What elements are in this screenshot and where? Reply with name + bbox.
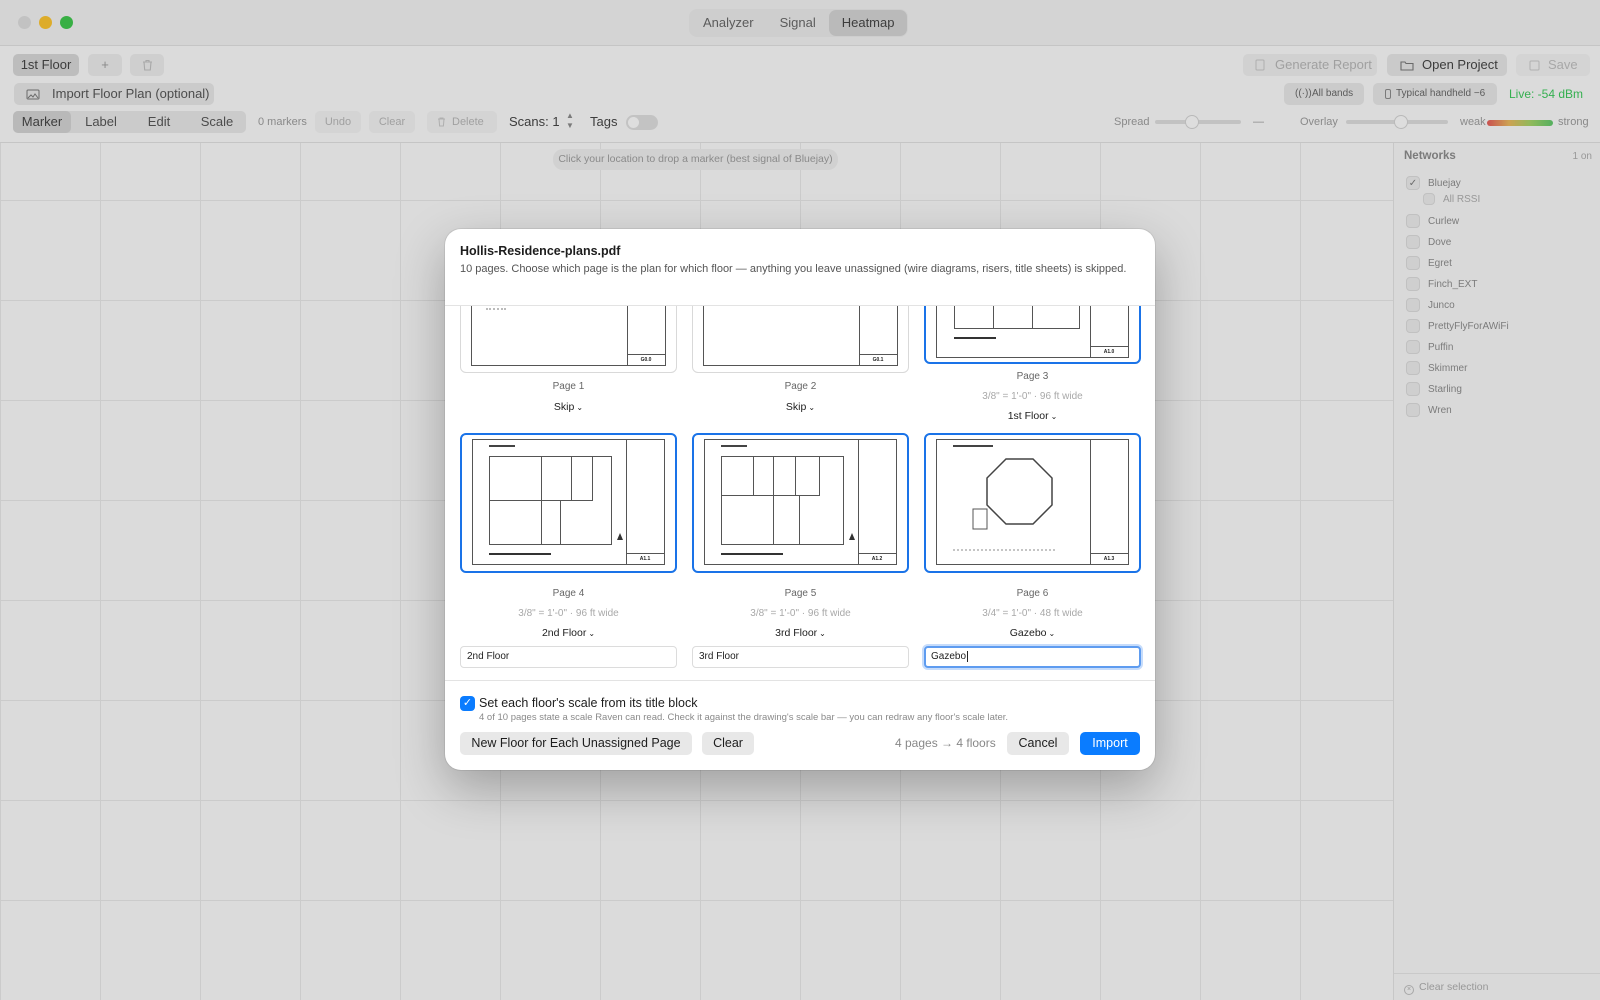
floor-name-field-4[interactable]: 2nd Floor xyxy=(460,646,677,668)
page-thumbnail-5[interactable]: A1.2 xyxy=(692,433,909,573)
room xyxy=(954,306,994,329)
page-thumbnail-1[interactable]: G0.0 xyxy=(460,306,677,373)
sheet-number: G0.1 xyxy=(859,354,897,365)
page-thumbnail-2[interactable]: G0.1 xyxy=(692,306,909,373)
assignment-value: 3rd Floor xyxy=(775,627,818,639)
scale-checkbox-label: Set each floor's scale from its title bl… xyxy=(479,696,698,710)
room xyxy=(773,456,796,496)
page-label-5: Page 5 xyxy=(784,588,817,599)
page-label-1: Page 1 xyxy=(552,381,585,392)
page-drawing: G0.1 xyxy=(703,306,898,366)
page-thumbnail-6[interactable]: A1.3 xyxy=(924,433,1141,573)
room xyxy=(753,456,774,496)
scale-bar xyxy=(954,337,996,339)
page-label-2: Page 2 xyxy=(784,381,817,392)
title-block xyxy=(626,440,664,564)
room xyxy=(721,456,754,496)
chevron-down-icon: ⌄ xyxy=(1048,629,1056,638)
dialog-bottom-divider xyxy=(445,680,1155,681)
page-thumbnail-3[interactable]: A1.0 xyxy=(924,306,1141,364)
assignment-value: Skip xyxy=(785,401,807,413)
dialog-title: Hollis-Residence-plans.pdf xyxy=(460,244,621,258)
new-floor-each-unassigned-button[interactable]: New Floor for Each Unassigned Page xyxy=(460,732,692,755)
room xyxy=(773,495,800,545)
sheet-number: A1.0 xyxy=(1090,346,1128,357)
room xyxy=(993,306,1033,329)
page-assignment-popup-5[interactable]: 3rd Floor ⌄ xyxy=(692,627,909,639)
room xyxy=(489,500,542,545)
scale-bar xyxy=(489,553,551,555)
sheet-number: A1.1 xyxy=(626,553,664,564)
assignment-value: Skip xyxy=(553,401,575,413)
scale-bar xyxy=(721,553,783,555)
dialog-subtitle: 10 pages. Choose which page is the plan … xyxy=(460,263,1127,275)
floor-name-value: Gazebo xyxy=(931,651,967,662)
page-drawing: A1.1 xyxy=(472,439,665,565)
title-block xyxy=(858,440,896,564)
clear-assignments-button[interactable]: Clear xyxy=(702,732,754,755)
room xyxy=(571,456,593,501)
page-drawing: A1.2 xyxy=(704,439,897,565)
page-assignment-popup-2[interactable]: Skip ⌄ xyxy=(692,401,909,413)
chevron-down-icon: ⌄ xyxy=(819,629,826,638)
scale-checkbox[interactable]: ✓ xyxy=(460,696,475,711)
drawing-title xyxy=(721,445,747,447)
page-assignment-popup-6[interactable]: Gazebo ⌄ xyxy=(924,627,1141,639)
page-thumbnail-4[interactable]: A1.1 xyxy=(460,433,677,573)
assignment-value: Gazebo xyxy=(1009,627,1047,639)
notes-text xyxy=(486,306,506,310)
floor-name-field-5[interactable]: 3rd Floor xyxy=(692,646,909,668)
page-grid[interactable]: G0.0 Page 1 Skip ⌄ G0.1 Page 2 Skip ⌄ A1.0 xyxy=(445,306,1155,681)
page-scale-5: 3/8" = 1'-0" · 96 ft wide xyxy=(750,608,851,619)
checkmark-icon: ✓ xyxy=(462,697,473,709)
page-drawing: G0.0 xyxy=(471,306,666,366)
north-arrow-icon xyxy=(617,533,623,540)
import-pages-dialog: Hollis-Residence-plans.pdf 10 pages. Cho… xyxy=(445,229,1155,770)
page-drawing: A1.3 xyxy=(936,439,1129,565)
scale-note: 4 of 10 pages state a scale Raven can re… xyxy=(479,712,1009,723)
drawing-title xyxy=(489,445,515,447)
page-label-6: Page 6 xyxy=(1016,588,1049,599)
chevron-down-icon: ⌄ xyxy=(808,403,816,412)
chevron-down-icon: ⌄ xyxy=(588,629,596,638)
gazebo-octagon-drawing xyxy=(953,458,1057,551)
north-arrow-icon xyxy=(849,533,855,540)
page-scale-4: 3/8" = 1'-0" · 96 ft wide xyxy=(518,608,619,619)
import-summary: 4 pages → 4 floors xyxy=(895,736,996,750)
page-assignment-popup-3[interactable]: 1st Floor ⌄ xyxy=(924,410,1141,422)
cancel-button[interactable]: Cancel xyxy=(1007,732,1069,755)
room xyxy=(489,456,542,501)
page-label-3: Page 3 xyxy=(1016,371,1049,382)
sheet-number: A1.2 xyxy=(858,553,896,564)
room xyxy=(795,456,820,496)
assignment-value: 2nd Floor xyxy=(541,627,587,639)
floor-name-field-6[interactable]: Gazebo xyxy=(924,646,1141,668)
assignment-value: 1st Floor xyxy=(1007,410,1049,422)
page-assignment-popup-1[interactable]: Skip ⌄ xyxy=(460,401,677,413)
page-label-4: Page 4 xyxy=(552,588,585,599)
page-drawing: A1.0 xyxy=(936,306,1129,358)
page-scale-3: 3/8" = 1'-0" · 96 ft wide xyxy=(982,391,1083,402)
room xyxy=(541,500,561,545)
text-cursor xyxy=(967,650,969,662)
room xyxy=(721,495,774,545)
import-button[interactable]: Import xyxy=(1080,732,1140,755)
chevron-down-icon: ⌄ xyxy=(576,403,584,412)
page-scale-6: 3/4" = 1'-0" · 48 ft wide xyxy=(982,608,1083,619)
sheet-number: G0.0 xyxy=(627,354,665,365)
chevron-down-icon: ⌄ xyxy=(1050,412,1058,421)
page-assignment-popup-4[interactable]: 2nd Floor ⌄ xyxy=(460,627,677,639)
room xyxy=(541,456,572,501)
